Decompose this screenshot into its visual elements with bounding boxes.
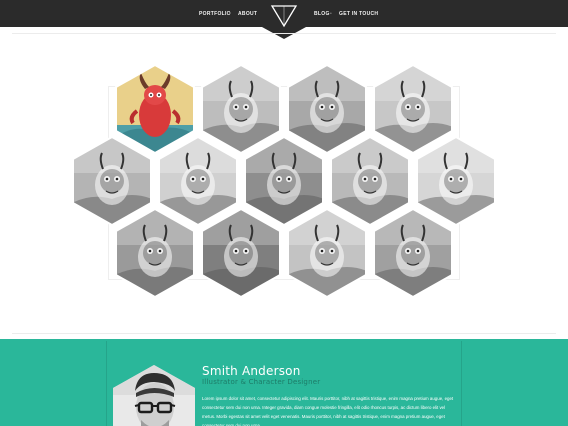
nav-link-get-in-touch[interactable]: GET IN TOUCH (339, 11, 378, 17)
triangle-logo-icon[interactable] (262, 0, 306, 40)
divider-line (12, 33, 556, 34)
nav-link-about[interactable]: ABOUT (238, 11, 257, 17)
jellyfish-illustration[interactable] (115, 209, 195, 297)
profile-role: Illustrator & Character Designer (202, 378, 321, 386)
nav-link-portfolio[interactable]: PORTFOLIO (199, 11, 231, 17)
man-with-glasses-avatar (113, 365, 195, 426)
nav-link-blog[interactable]: BLOG (314, 11, 330, 17)
divider-line (106, 341, 107, 426)
totem-mask-illustration[interactable] (201, 209, 281, 297)
nav-separator: • (229, 11, 231, 17)
horned-island-creature-illustration[interactable] (373, 209, 453, 297)
divider-line (461, 341, 462, 426)
profile-bio: Lorem ipsum dolor sit amet, consectetur … (202, 396, 454, 426)
nav-separator: • (330, 11, 332, 17)
flying-fish-illustration[interactable] (287, 209, 367, 297)
profile-name: Smith Anderson (202, 364, 301, 378)
divider-line (12, 333, 556, 334)
